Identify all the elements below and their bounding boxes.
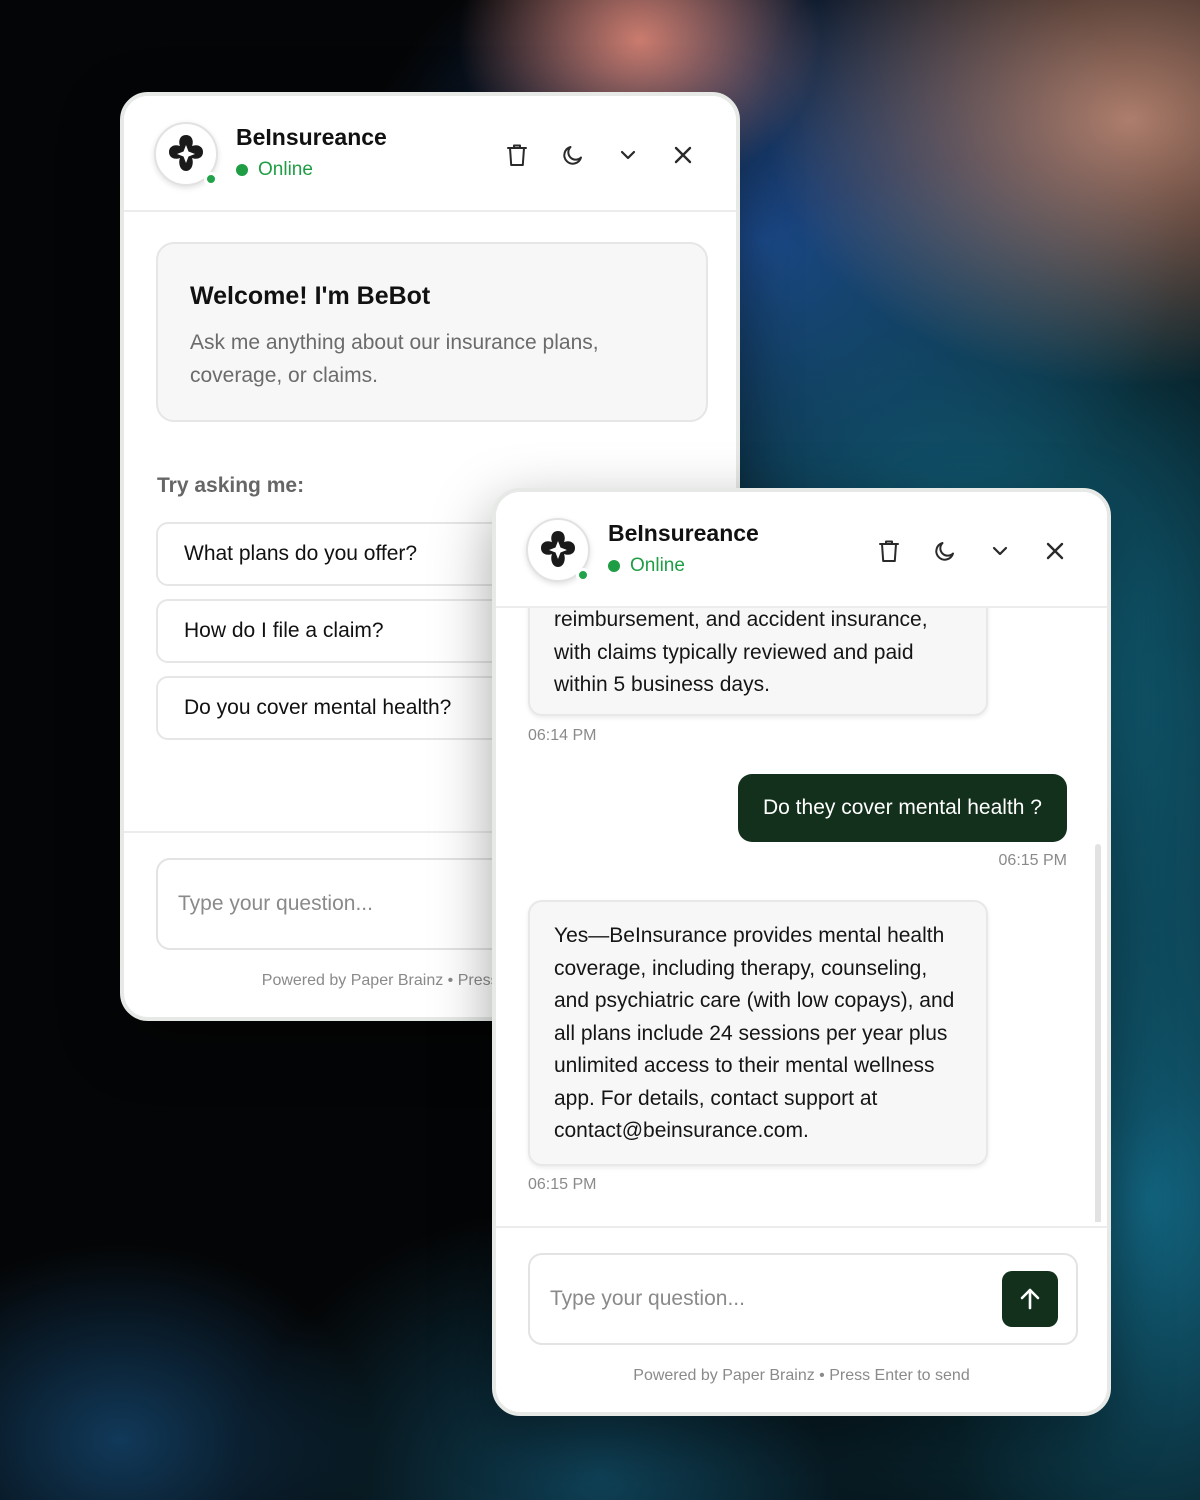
chat-header: BeInsureance Online — [496, 492, 1107, 608]
message-input[interactable] — [550, 1255, 990, 1343]
scrollbar[interactable] — [1095, 844, 1101, 1222]
trash-icon[interactable] — [504, 142, 530, 168]
welcome-title: Welcome! I'm BeBot — [190, 282, 431, 310]
four-petal-logo-icon — [169, 135, 203, 171]
moon-icon[interactable] — [560, 142, 586, 168]
welcome-card: Welcome! I'm BeBot Ask me anything about… — [156, 242, 708, 422]
welcome-text: Ask me anything about our insurance plan… — [190, 331, 599, 387]
online-indicator — [204, 172, 218, 186]
bot-message: reimbursement, and accident insurance, w… — [528, 608, 988, 716]
status-label: Online — [258, 159, 313, 180]
status-dot — [608, 560, 620, 572]
user-message: Do they cover mental health ? — [738, 774, 1067, 842]
message-timestamp: 06:14 PM — [528, 727, 597, 744]
status-label: Online — [630, 555, 685, 576]
arrow-up-icon — [1020, 1288, 1040, 1310]
message-timestamp: 06:15 PM — [528, 1176, 597, 1193]
send-button[interactable] — [1002, 1271, 1058, 1327]
powered-by-footer: Powered by Paper Brainz • Press Enter to… — [633, 1367, 970, 1384]
message-timestamp: 06:15 PM — [998, 852, 1067, 869]
trash-icon[interactable] — [876, 538, 902, 564]
bot-message: Yes—BeInsurance provides mental health c… — [528, 900, 988, 1166]
footer-divider — [496, 1226, 1107, 1228]
chat-window-conversation: BeInsureance Online reimbursement, and a… — [492, 488, 1111, 1416]
brand-name: BeInsureance — [608, 520, 759, 546]
online-indicator — [576, 568, 590, 582]
status-dot — [236, 164, 248, 176]
message-input-box[interactable] — [528, 1253, 1078, 1345]
online-status: Online — [236, 159, 313, 181]
chat-header: BeInsureance Online — [124, 96, 736, 212]
bot-avatar — [154, 122, 218, 186]
moon-icon[interactable] — [932, 538, 958, 564]
chevron-down-icon[interactable] — [615, 142, 641, 168]
suggestions-label: Try asking me: — [157, 474, 305, 497]
online-status: Online — [608, 555, 685, 577]
close-icon[interactable] — [670, 142, 696, 168]
bot-avatar — [526, 518, 590, 582]
four-petal-logo-icon — [541, 531, 575, 567]
chevron-down-icon[interactable] — [987, 538, 1013, 564]
close-icon[interactable] — [1042, 538, 1068, 564]
message-list[interactable]: reimbursement, and accident insurance, w… — [496, 608, 1107, 1222]
brand-name: BeInsureance — [236, 124, 387, 150]
